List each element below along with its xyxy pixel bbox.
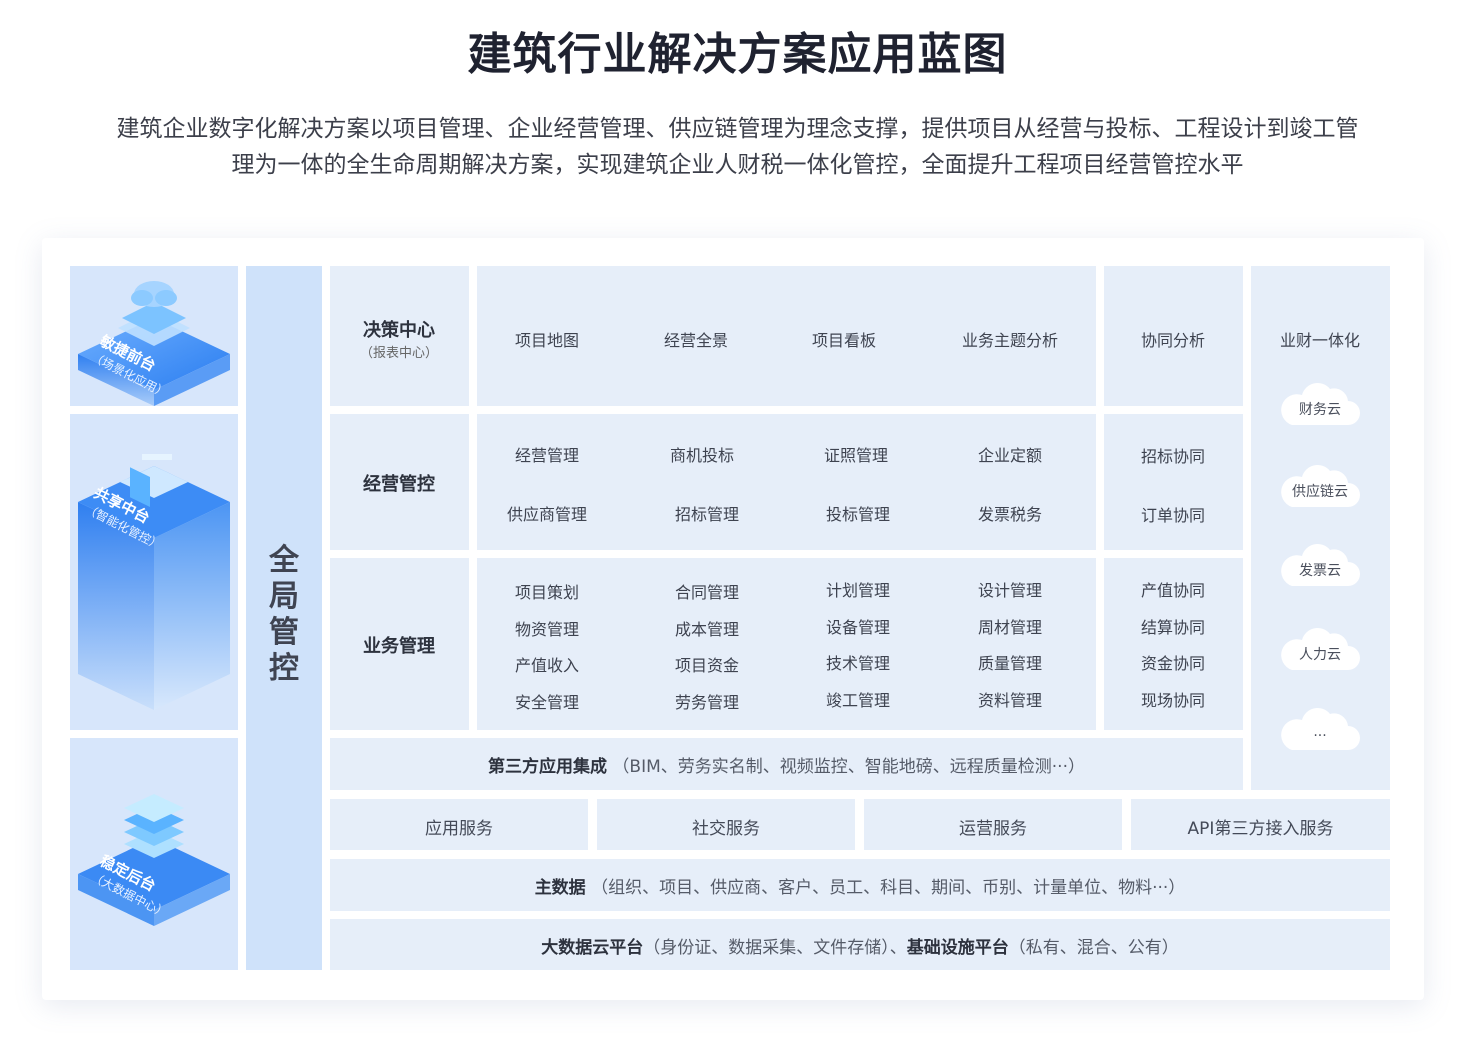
business-item-1: 项目策划: [514, 583, 580, 602]
finance-cloud-1: 财务云: [1278, 377, 1362, 427]
operation-item-3: 证照管理: [823, 446, 889, 465]
third-party-line: 第三方应用集成 （BIM、劳务实名制、视频监控、智能地磅、远程质量检测···）: [330, 752, 1243, 777]
finance-cloud-5: ...: [1278, 702, 1362, 752]
master-data-detail: （组织、项目、供应商、客户、员工、科目、期间、币别、计量单位、物料···）: [591, 878, 1186, 898]
third-party-detail: （BIM、劳务实名制、视频监控、智能地磅、远程质量检测···）: [612, 757, 1085, 777]
service-cell-1: 应用服务: [330, 799, 588, 850]
page-subtitle-line-2: 理为一体的全生命周期解决方案，实现建筑企业人财税一体化管控，全面提升工程项目经营…: [231, 152, 1244, 178]
platform-label-2: 基础设施平台: [906, 938, 1009, 958]
global-control-label: 全局管控: [246, 543, 322, 687]
decision-item-3: 项目看板: [811, 331, 877, 350]
master-data-line: 主数据 （组织、项目、供应商、客户、员工、科目、期间、币别、计量单位、物料···…: [330, 873, 1390, 898]
third-party-label: 第三方应用集成: [488, 757, 608, 777]
operation-label: 经营管控: [363, 474, 435, 495]
business-item-16: 资料管理: [977, 691, 1043, 710]
master-data-label: 主数据: [534, 878, 586, 898]
business-item-11: 技术管理: [825, 654, 891, 673]
platform-label-1: 大数据云平台: [541, 938, 644, 958]
business-item-2: 物资管理: [514, 620, 580, 639]
platform-line: 大数据云平台（身份证、数据采集、文件存储）、基础设施平台（私有、混合、公有）: [330, 933, 1390, 958]
operation-collab-cell: [1104, 414, 1243, 550]
platform-bar: 大数据云平台（身份证、数据采集、文件存储）、基础设施平台（私有、混合、公有）: [330, 919, 1390, 970]
finance-cloud-4-label: 人力云: [1299, 647, 1341, 663]
service-2: 社交服务: [692, 819, 760, 839]
platform-detail-2: （私有、混合、公有）: [1008, 938, 1179, 958]
operation-item-2: 商机投标: [669, 446, 735, 465]
business-item-5: 合同管理: [674, 583, 740, 602]
master-data-bar: 主数据 （组织、项目、供应商、客户、员工、科目、期间、币别、计量单位、物料···…: [330, 859, 1390, 911]
page-subtitle-line-1: 建筑企业数字化解决方案以项目管理、企业经营管理、供应链管理为理念支撑，提供项目从…: [116, 116, 1359, 142]
service-cell-3: 运营服务: [864, 799, 1122, 850]
operation-item-5: 供应商管理: [506, 505, 588, 524]
business-item-6: 成本管理: [674, 620, 740, 639]
front-stage-card: 敏捷前台 （场景化应用）: [70, 266, 238, 406]
decision-collab: 协同分析: [1140, 331, 1206, 350]
finance-cloud-2-label: 供应链云: [1292, 484, 1348, 500]
business-item-7: 项目资金: [674, 656, 740, 675]
business-label: 业务管理: [363, 636, 435, 657]
back-stage-card: 稳定后台 （大数据中心）: [70, 738, 238, 970]
service-1: 应用服务: [425, 819, 493, 839]
third-party-bar: 第三方应用集成 （BIM、劳务实名制、视频监控、智能地磅、远程质量检测···）: [330, 738, 1243, 790]
business-item-4: 安全管理: [514, 693, 580, 712]
business-item-12: 竣工管理: [825, 691, 891, 710]
service-cell-2: 社交服务: [597, 799, 855, 850]
business-item-10: 设备管理: [825, 618, 891, 637]
platform-detail-1: （身份证、数据采集、文件存储）、: [643, 938, 907, 958]
finance-cloud-1-label: 财务云: [1299, 402, 1341, 418]
back-stage-illustration: [78, 794, 230, 926]
decision-item-2: 经营全景: [663, 331, 729, 350]
operation-item-6: 招标管理: [674, 505, 740, 524]
finance-cloud-2: 供应链云: [1278, 459, 1362, 509]
decision-item-1: 项目地图: [514, 331, 580, 350]
operation-items-cell: [477, 414, 1096, 550]
finance-cloud-3: 发票云: [1278, 538, 1362, 588]
operation-collab-1: 招标协同: [1140, 447, 1206, 466]
global-control-text: 全局管控: [269, 543, 299, 686]
business-collab-4: 现场协同: [1140, 691, 1206, 710]
business-collab-1: 产值协同: [1140, 581, 1206, 600]
operation-item-4: 企业定额: [977, 446, 1043, 465]
service-4: API第三方接入服务: [1187, 819, 1334, 839]
business-item-15: 质量管理: [977, 654, 1043, 673]
middle-stage-card: 共享中台 （智能化管控）: [70, 414, 238, 730]
finance-cloud-4: 人力云: [1278, 622, 1362, 672]
operation-collab-2: 订单协同: [1140, 506, 1206, 525]
business-collab-2: 结算协同: [1140, 618, 1206, 637]
finance-label: 业财一体化: [1279, 331, 1361, 350]
decision-item-4: 业务主题分析: [961, 331, 1059, 350]
operation-item-1: 经营管理: [514, 446, 580, 465]
business-item-14: 周材管理: [977, 618, 1043, 637]
operation-item-7: 投标管理: [825, 505, 891, 524]
operation-item-8: 发票税务: [977, 505, 1043, 524]
business-item-9: 计划管理: [825, 581, 891, 600]
decision-label: 决策中心: [363, 320, 435, 341]
business-item-13: 设计管理: [977, 581, 1043, 600]
business-item-3: 产值收入: [514, 656, 580, 675]
finance-cloud-3-label: 发票云: [1299, 563, 1341, 579]
middle-stage-illustration: [78, 454, 230, 710]
business-item-8: 劳务管理: [674, 693, 740, 712]
finance-cloud-5-label: ...: [1313, 724, 1327, 740]
page-title: 建筑行业解决方案应用蓝图: [467, 29, 1008, 80]
service-cell-4: API第三方接入服务: [1131, 799, 1390, 850]
service-3: 运营服务: [959, 819, 1027, 839]
business-collab-3: 资金协同: [1140, 654, 1206, 673]
decision-sub-label: （报表中心）: [359, 346, 439, 361]
